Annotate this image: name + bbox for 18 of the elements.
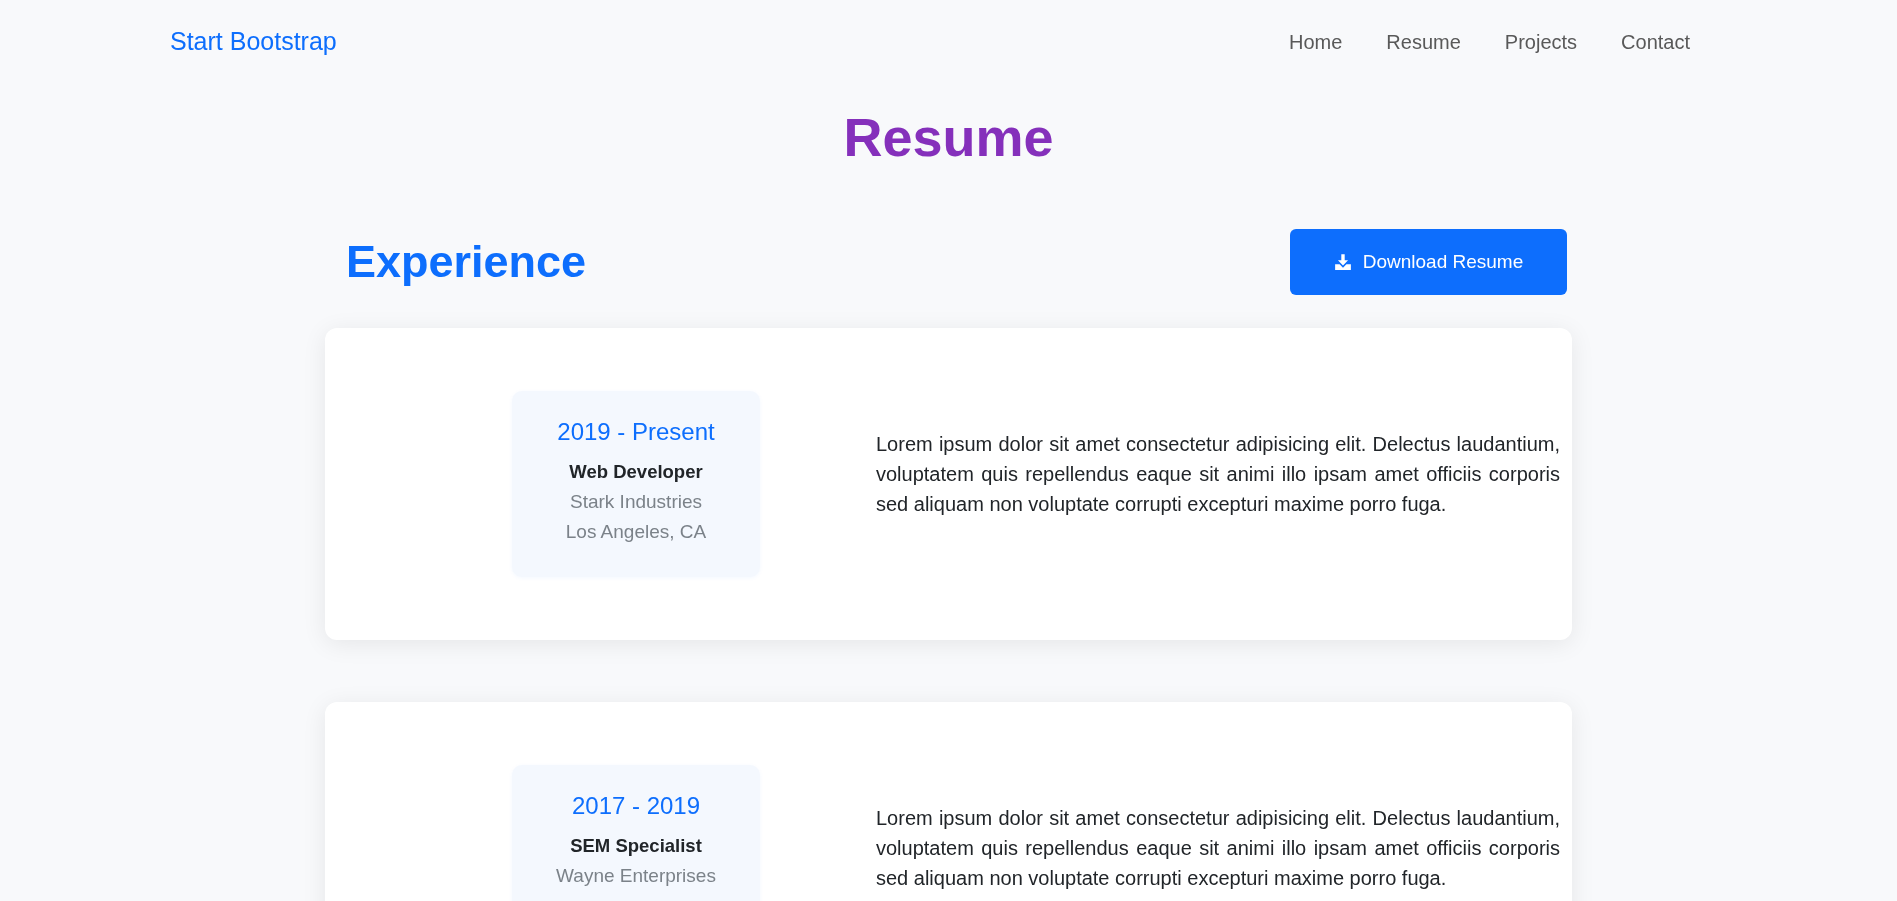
- nav-link[interactable]: Home: [1266, 19, 1365, 65]
- download-button[interactable]: Download Resume: [1290, 229, 1567, 295]
- period-text: 2017 - 2019: [571, 792, 701, 820]
- download-icon: [1333, 253, 1352, 271]
- company-name: Stark Industries: [570, 490, 702, 514]
- nav-link[interactable]: Projects: [1482, 19, 1600, 65]
- period-text: 2019 - Present: [557, 418, 715, 446]
- location-text: Los Angeles, CA: [565, 520, 707, 544]
- navbar-brand[interactable]: Start Bootstrap: [170, 23, 337, 61]
- job-title: Web Developer: [569, 460, 703, 484]
- job-title: SEM Specialist: [570, 834, 702, 858]
- nav-link[interactable]: Resume: [1364, 19, 1483, 65]
- description-text: Lorem ipsum dolor sit amet consectetur adipisicing elit. Delectus laudantium, voluptatem quis repellendus eaque sit animi illo ipsam amet officiis corporis sed aliquam non voluptate corrupti excepturi maxime porro fuga.: [876, 806, 1560, 891]
- section-heading: Experience: [346, 235, 587, 289]
- description-text: Lorem ipsum dolor sit amet consectetur adipisicing elit. Delectus laudantium, voluptatem quis repellendus eaque sit animi illo ipsam amet officiis corporis sed aliquam non voluptate corrupti excepturi maxime porro fuga.: [876, 432, 1560, 517]
- nav-link[interactable]: Contact: [1599, 19, 1712, 65]
- page-title: Resume: [843, 106, 1054, 169]
- company-name: Wayne Enterprises: [556, 864, 716, 888]
